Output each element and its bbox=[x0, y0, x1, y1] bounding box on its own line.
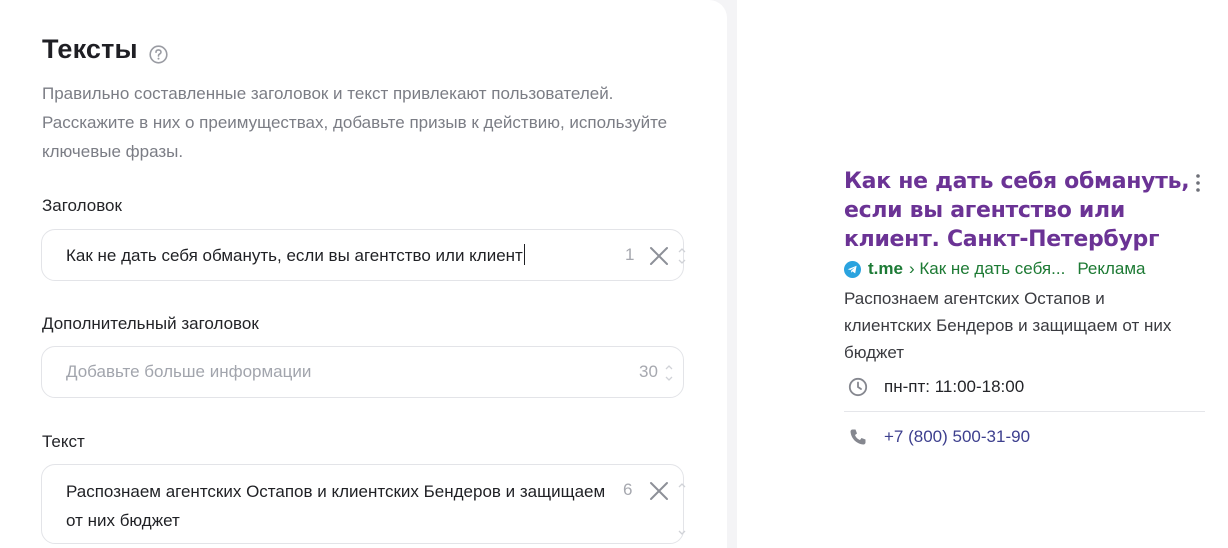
help-circle-icon[interactable] bbox=[149, 40, 168, 64]
resize-handle-icon[interactable] bbox=[678, 246, 686, 266]
text-input[interactable]: Распознаем агентских Остапов и клиентски… bbox=[41, 464, 686, 544]
close-icon[interactable] bbox=[649, 481, 669, 501]
headline-counter: 1 bbox=[625, 245, 635, 264]
text-label: Текст bbox=[42, 432, 85, 451]
extra-headline-label: Дополнительный заголовок bbox=[42, 314, 259, 333]
text-counter: 6 bbox=[623, 480, 633, 499]
phone-row[interactable]: +7 (800) 500-31-90 bbox=[848, 427, 1030, 447]
ad-path: › Как не дать себя... bbox=[908, 259, 1066, 278]
ad-preview-text: Распознаем агентских Остапов и клиентски… bbox=[844, 289, 1172, 362]
resize-handle-icon[interactable] bbox=[665, 363, 673, 383]
ad-domain: t.me bbox=[868, 259, 903, 278]
text-caret bbox=[523, 244, 525, 265]
section-title-text: Тексты bbox=[42, 34, 138, 64]
phone-icon bbox=[848, 427, 868, 447]
section-title: Тексты bbox=[42, 34, 168, 65]
headline-value: Как не дать себя обмануть, если вы агент… bbox=[66, 246, 523, 265]
clock-icon bbox=[848, 377, 868, 397]
hours-row: пн-пт: 11:00-18:00 bbox=[848, 377, 1024, 397]
extra-headline-placeholder: Добавьте больше информации bbox=[66, 362, 312, 381]
ad-label: Реклама bbox=[1077, 259, 1146, 278]
hours-text: пн-пт: 11:00-18:00 bbox=[884, 377, 1025, 396]
extra-headline-counter: 30 bbox=[639, 362, 658, 381]
more-vertical-icon[interactable] bbox=[1194, 173, 1202, 193]
text-value: Распознаем агентских Остапов и клиентски… bbox=[66, 482, 606, 530]
section-description: Правильно составленные заголовок и текст… bbox=[42, 84, 668, 161]
close-icon[interactable] bbox=[649, 246, 669, 266]
ad-url-row[interactable]: t.me › Как не дать себя... Реклама bbox=[844, 259, 1146, 279]
telegram-icon bbox=[844, 260, 861, 278]
headline-label: Заголовок bbox=[42, 196, 122, 215]
extra-headline-input[interactable]: Добавьте больше информации 30 bbox=[41, 346, 684, 398]
headline-input[interactable]: Как не дать себя обмануть, если вы агент… bbox=[41, 229, 686, 281]
divider bbox=[844, 411, 1205, 412]
phone-text[interactable]: +7 (800) 500-31-90 bbox=[884, 427, 1030, 447]
ad-preview-title[interactable]: Как не дать себя обмануть, если вы агент… bbox=[844, 167, 1194, 254]
resize-handle-icon[interactable] bbox=[678, 481, 686, 535]
